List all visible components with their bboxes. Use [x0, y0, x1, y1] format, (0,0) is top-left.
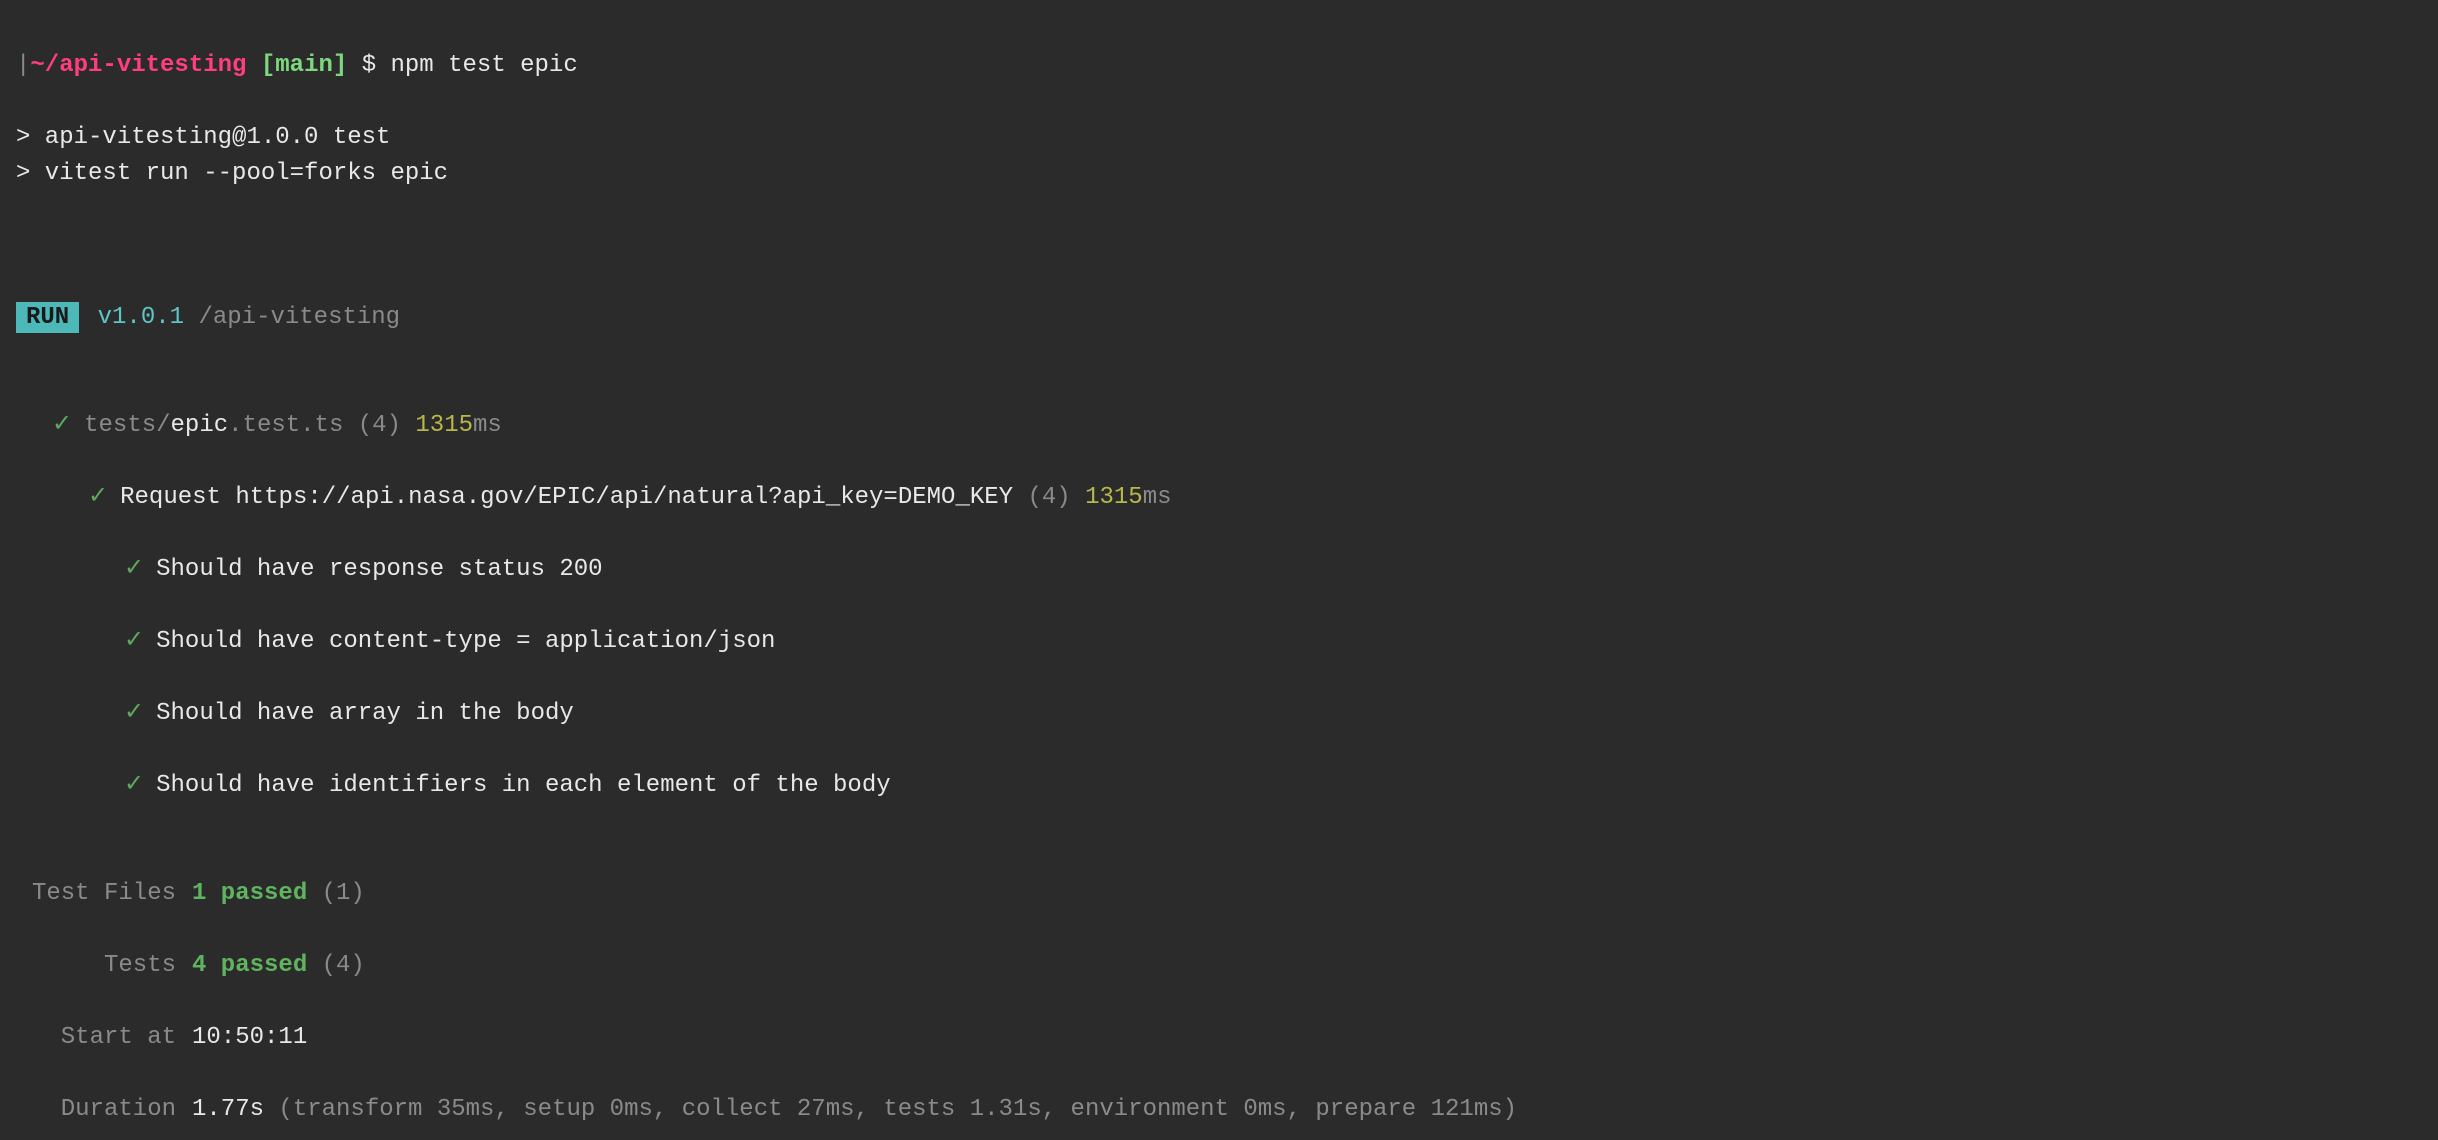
- test-file-duration-num: 1315: [415, 412, 473, 439]
- summary-duration-line: Duration 1.77s (transform 35ms, setup 0ms…: [16, 1056, 2422, 1128]
- prompt-line[interactable]: |~/api-vitesting [main] $ npm test epic: [16, 12, 2422, 84]
- branch-name: main: [275, 52, 333, 79]
- test-suite-line: ✓ Request https://api.nasa.gov/EPIC/api/n…: [16, 444, 2422, 516]
- test-case-line: ✓ Should have response status 200: [16, 516, 2422, 588]
- blank-line: [16, 228, 2422, 264]
- summary-files-passed: 1 passed: [192, 880, 307, 907]
- summary-tests-count: (4): [322, 952, 365, 979]
- summary-tests-passed: 4 passed: [192, 952, 307, 979]
- test-file-suffix: .test.ts: [228, 412, 343, 439]
- test-case-name: Should have content-type = application/j…: [156, 628, 775, 655]
- test-file-line: ✓ tests/epic.test.ts (4) 1315ms: [16, 372, 2422, 444]
- test-file-count: (4): [358, 412, 401, 439]
- blank-line: [16, 84, 2422, 120]
- suite-count: (4): [1027, 484, 1070, 511]
- runner-path: /api-vitesting: [198, 304, 400, 331]
- summary-start-line: Start at 10:50:11: [16, 984, 2422, 1056]
- prompt-path: ~/api-vitesting: [30, 52, 246, 79]
- summary-label: Test Files: [16, 876, 176, 912]
- test-case-line: ✓ Should have identifiers in each element…: [16, 732, 2422, 804]
- suite-duration-num: 1315: [1085, 484, 1143, 511]
- command-text: npm test epic: [391, 52, 578, 79]
- summary-files-count: (1): [322, 880, 365, 907]
- check-icon: ✓: [124, 700, 144, 727]
- blank-line: [16, 336, 2422, 372]
- suite-duration-unit: ms: [1143, 484, 1172, 511]
- summary-label: Tests: [16, 948, 176, 984]
- blank-line: [16, 804, 2422, 840]
- prompt-dollar: $: [362, 52, 376, 79]
- summary-files-line: Test Files 1 passed (1): [16, 840, 2422, 912]
- runner-version: v1.0.1: [98, 304, 184, 331]
- npm-output-line-1: > api-vitesting@1.0.0 test: [16, 120, 2422, 156]
- test-case-name: Should have array in the body: [156, 700, 574, 727]
- test-file-prefix: tests/: [84, 412, 170, 439]
- branch-close: ]: [333, 52, 347, 79]
- test-case-line: ✓ Should have array in the body: [16, 660, 2422, 732]
- summary-start-time: 10:50:11: [192, 1024, 307, 1051]
- summary-duration-value: 1.77s: [192, 1096, 264, 1123]
- run-badge: RUN: [16, 302, 79, 333]
- check-icon: ✓: [124, 556, 144, 583]
- check-icon: ✓: [88, 484, 108, 511]
- runner-line: RUN v1.0.1 /api-vitesting: [16, 264, 2422, 336]
- suite-name: Request https://api.nasa.gov/EPIC/api/na…: [120, 484, 1013, 511]
- branch-open: [: [261, 52, 275, 79]
- summary-label: Start at: [16, 1020, 176, 1056]
- blank-line: [16, 192, 2422, 228]
- summary-duration-details: (transform 35ms, setup 0ms, collect 27ms…: [278, 1096, 1517, 1123]
- check-icon: ✓: [124, 628, 144, 655]
- check-icon: ✓: [124, 772, 144, 799]
- test-case-line: ✓ Should have content-type = application/…: [16, 588, 2422, 660]
- summary-tests-line: Tests 4 passed (4): [16, 912, 2422, 984]
- check-icon: ✓: [52, 412, 72, 439]
- prompt-bracket: |: [16, 52, 30, 79]
- npm-output-line-2: > vitest run --pool=forks epic: [16, 156, 2422, 192]
- summary-label: Duration: [16, 1092, 176, 1128]
- test-case-name: Should have response status 200: [156, 556, 602, 583]
- test-file-duration-unit: ms: [473, 412, 502, 439]
- test-file-name: epic: [171, 412, 229, 439]
- test-case-name: Should have identifiers in each element …: [156, 772, 891, 799]
